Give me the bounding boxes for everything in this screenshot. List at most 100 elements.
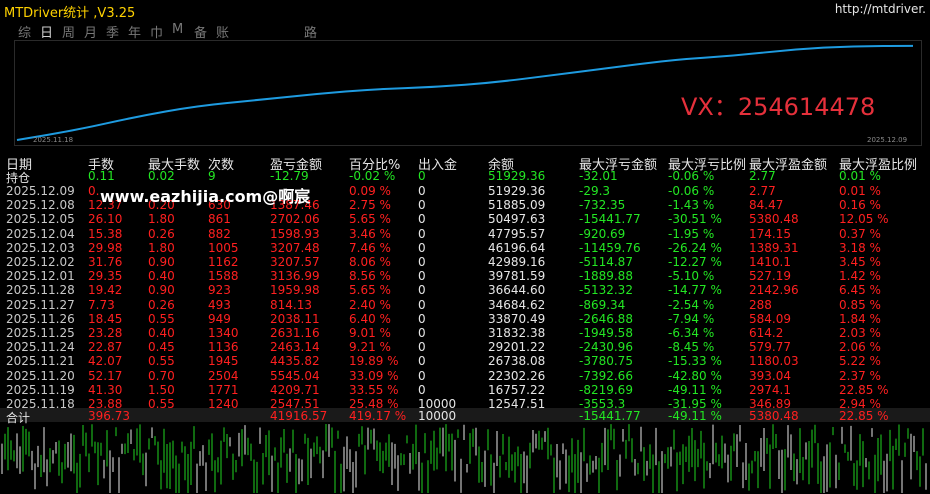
row-8-pnl: 814.13 — [270, 297, 312, 312]
row-6-lots: 29.35 — [88, 269, 123, 284]
row-4-max_fp: 1389.31 — [749, 240, 799, 255]
row-0-pct: 0.09 % — [349, 184, 391, 198]
row-8-max_dd: -869.34 — [579, 297, 626, 312]
watermark-text: www.eazhijia.com@啊宸 — [100, 187, 311, 206]
row-11-max_lots: 0.45 — [148, 340, 175, 355]
holding-count: 9 — [208, 169, 216, 183]
row-3-max_dd: -920.69 — [579, 226, 626, 241]
tab-4[interactable]: 季 — [106, 22, 119, 41]
row-12-pct: 19.89 % — [349, 354, 399, 369]
website-link[interactable]: http://mtdriver. — [835, 2, 926, 16]
row-12-lots: 42.07 — [88, 354, 123, 369]
row-11-lots: 22.87 — [88, 340, 123, 355]
row-6-balance: 39781.59 — [488, 269, 546, 284]
row-14-max_dd_pct: -49.11 % — [668, 382, 722, 397]
row-5-max_fp_pct: 3.45 % — [839, 255, 881, 269]
row-10-max_dd: -1949.58 — [579, 326, 633, 340]
tab-2[interactable]: 周 — [62, 22, 75, 41]
row-5-lots: 31.76 — [88, 255, 123, 269]
tab-8[interactable]: 备 — [194, 22, 207, 41]
row-6-pnl: 3136.99 — [270, 269, 320, 284]
row-11-balance: 29201.22 — [488, 340, 546, 355]
app-title: MTDriver统计 ,V3.25 — [4, 6, 136, 21]
row-12-count: 1945 — [208, 354, 239, 369]
row-12-max_dd_pct: -15.33 % — [668, 354, 722, 369]
row-2-max_dd: -15441.77 — [579, 212, 641, 227]
row-5-max_lots: 0.90 — [148, 255, 175, 269]
row-1-pct: 2.75 % — [349, 198, 391, 213]
row-10-max_dd_pct: -6.34 % — [668, 326, 715, 340]
row-5-pnl: 3207.57 — [270, 255, 320, 269]
row-1-balance: 51885.09 — [488, 198, 546, 213]
row-7-pct: 5.65 % — [349, 283, 391, 298]
row-2-max_lots: 1.80 — [148, 212, 175, 227]
row-0-io: 0 — [418, 184, 426, 198]
total-max_fp: 5380.48 — [749, 409, 799, 423]
row-4-date: 2025.12.03 — [6, 240, 75, 255]
row-14-pnl: 4209.71 — [270, 382, 320, 397]
row-14-count: 1771 — [208, 382, 239, 397]
row-7-max_fp_pct: 6.45 % — [839, 283, 881, 298]
row-9-pnl: 2038.11 — [270, 311, 320, 326]
row-11-pnl: 2463.14 — [270, 340, 320, 355]
row-10-pnl: 2631.16 — [270, 326, 320, 340]
row-0-lots: 0. — [88, 184, 100, 198]
holding-max_fp: 2.77 — [749, 169, 776, 183]
row-10-balance: 31832.38 — [488, 326, 546, 340]
row-14-date: 2025.11.19 — [6, 382, 75, 397]
row-11-date: 2025.11.24 — [6, 340, 75, 355]
row-2-max_fp: 5380.48 — [749, 212, 799, 227]
row-10-max_lots: 0.40 — [148, 326, 175, 340]
row-2-balance: 50497.63 — [488, 212, 546, 227]
row-10-max_fp_pct: 2.03 % — [839, 326, 881, 340]
row-11-max_fp: 579.77 — [749, 340, 791, 355]
row-3-max_fp: 174.15 — [749, 226, 791, 241]
row-7-balance: 36644.60 — [488, 283, 546, 298]
row-13-pnl: 5545.04 — [270, 368, 320, 383]
chart-start-date: 2025.11.18 — [33, 136, 74, 144]
row-4-max_fp_pct: 3.18 % — [839, 240, 881, 255]
row-14-pct: 33.55 % — [349, 382, 399, 397]
row-6-io: 0 — [418, 269, 426, 284]
row-3-max_dd_pct: -1.95 % — [668, 226, 715, 241]
row-9-lots: 18.45 — [88, 311, 123, 326]
tab-5[interactable]: 年 — [128, 22, 141, 41]
tab-0[interactable]: 综 — [18, 22, 31, 41]
row-3-pnl: 1598.93 — [270, 226, 320, 241]
row-4-pct: 7.46 % — [349, 240, 391, 255]
row-4-max_dd: -11459.76 — [579, 240, 641, 255]
row-4-pnl: 3207.48 — [270, 240, 320, 255]
holding-lots: 0.11 — [88, 169, 115, 183]
row-3-pct: 3.46 % — [349, 226, 391, 241]
holding-max_lots: 0.02 — [148, 169, 175, 183]
total-pnl: 41916.57 — [270, 409, 328, 423]
row-11-max_dd_pct: -8.45 % — [668, 340, 715, 355]
row-2-lots: 26.10 — [88, 212, 123, 227]
row-8-balance: 34684.62 — [488, 297, 546, 312]
price-candles-chart — [1, 424, 927, 493]
row-6-max_dd: -1889.88 — [579, 269, 633, 284]
row-12-date: 2025.11.21 — [6, 354, 75, 369]
row-8-pct: 2.40 % — [349, 297, 391, 312]
row-14-io: 0 — [418, 382, 426, 397]
row-13-io: 0 — [418, 368, 426, 383]
row-9-max_fp: 584.09 — [749, 311, 791, 326]
tab-1[interactable]: 日 — [40, 22, 53, 41]
row-4-count: 1005 — [208, 240, 239, 255]
row-2-count: 861 — [208, 212, 231, 227]
holding-max_fp_pct: 0.01 % — [839, 169, 881, 183]
row-9-count: 949 — [208, 311, 231, 326]
row-0-balance: 51929.36 — [488, 184, 546, 198]
row-1-max_dd: -732.35 — [579, 198, 626, 213]
row-9-max_dd_pct: -7.94 % — [668, 311, 715, 326]
row-2-pnl: 2702.06 — [270, 212, 320, 227]
tab-6[interactable]: 巾 — [150, 22, 163, 41]
row-1-max_fp: 84.47 — [749, 198, 784, 213]
row-1-date: 2025.12.08 — [6, 198, 75, 213]
tab-3[interactable]: 月 — [84, 22, 97, 41]
tab-7[interactable]: M — [172, 22, 183, 37]
row-5-pct: 8.06 % — [349, 255, 391, 269]
row-9-max_lots: 0.55 — [148, 311, 175, 326]
row-12-max_dd: -3780.75 — [579, 354, 633, 369]
row-6-max_fp_pct: 1.42 % — [839, 269, 881, 284]
